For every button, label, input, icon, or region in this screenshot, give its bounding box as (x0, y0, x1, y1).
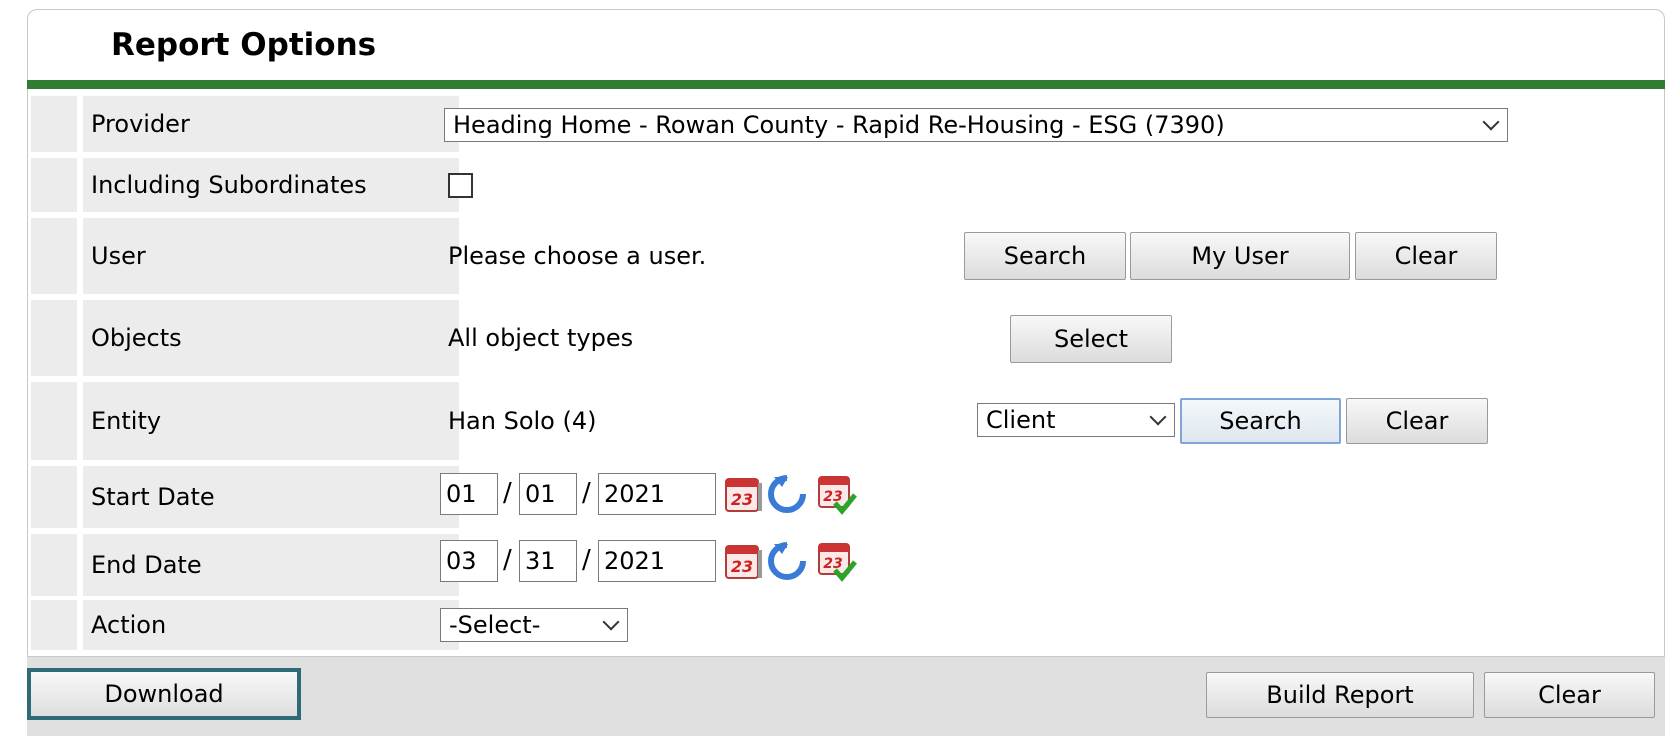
action-select-value: -Select- (449, 611, 541, 639)
start-date-label: Start Date (83, 466, 459, 528)
user-clear-button[interactable]: Clear (1355, 232, 1497, 280)
objects-value: All object types (448, 324, 634, 352)
svg-text:23: 23 (731, 490, 753, 509)
chevron-down-icon (1149, 408, 1167, 426)
end-date-day-input[interactable] (519, 540, 577, 582)
entity-clear-button[interactable]: Clear (1346, 398, 1488, 444)
user-label: User (83, 218, 459, 294)
svg-text:23: 23 (823, 556, 842, 572)
date-separator: / (582, 478, 591, 508)
svg-text:23: 23 (823, 489, 842, 505)
footer-clear-button[interactable]: Clear (1484, 672, 1655, 718)
including-subordinates-checkbox[interactable] (448, 173, 473, 198)
entity-type-select[interactable]: Client (977, 403, 1175, 437)
my-user-button[interactable]: My User (1130, 232, 1350, 280)
provider-select-value: Heading Home - Rowan County - Rapid Re-H… (453, 111, 1225, 139)
calendar-icon[interactable]: 23 (722, 540, 764, 582)
refresh-icon[interactable] (766, 473, 808, 515)
user-value: Please choose a user. (448, 242, 707, 270)
title-underline (27, 80, 1665, 89)
chevron-down-icon (1482, 113, 1500, 131)
entity-type-select-value: Client (986, 406, 1056, 434)
date-separator: / (503, 545, 512, 575)
calendar-check-icon[interactable]: 23 (815, 540, 857, 582)
svg-text:23: 23 (731, 557, 753, 576)
row-objects: Objects (31, 300, 1661, 376)
start-date-day-input[interactable] (519, 473, 577, 515)
action-label: Action (83, 600, 459, 650)
entity-search-button[interactable]: Search (1180, 398, 1341, 444)
row-including-subordinates: Including Subordinates (31, 158, 1661, 212)
entity-label: Entity (83, 382, 459, 460)
objects-label: Objects (83, 300, 459, 376)
build-report-button[interactable]: Build Report (1206, 672, 1474, 718)
chevron-down-icon (602, 613, 620, 631)
end-date-year-input[interactable] (598, 540, 716, 582)
end-date-month-input[interactable] (440, 540, 498, 582)
user-search-button[interactable]: Search (964, 232, 1126, 280)
calendar-check-icon[interactable]: 23 (815, 473, 857, 515)
provider-select[interactable]: Heading Home - Rowan County - Rapid Re-H… (444, 108, 1508, 142)
start-date-month-input[interactable] (440, 473, 498, 515)
including-subordinates-label: Including Subordinates (83, 158, 459, 212)
download-button[interactable]: Download (27, 668, 301, 720)
date-separator: / (503, 478, 512, 508)
entity-value: Han Solo (4) (448, 407, 597, 435)
page-title: Report Options (111, 27, 377, 63)
row-action: Action (31, 600, 1661, 650)
refresh-icon[interactable] (766, 540, 808, 582)
action-select[interactable]: -Select- (440, 608, 628, 642)
end-date-label: End Date (83, 534, 459, 596)
start-date-year-input[interactable] (598, 473, 716, 515)
calendar-icon[interactable]: 23 (722, 473, 764, 515)
objects-select-button[interactable]: Select (1010, 315, 1172, 363)
provider-label: Provider (83, 96, 459, 152)
date-separator: / (582, 545, 591, 575)
